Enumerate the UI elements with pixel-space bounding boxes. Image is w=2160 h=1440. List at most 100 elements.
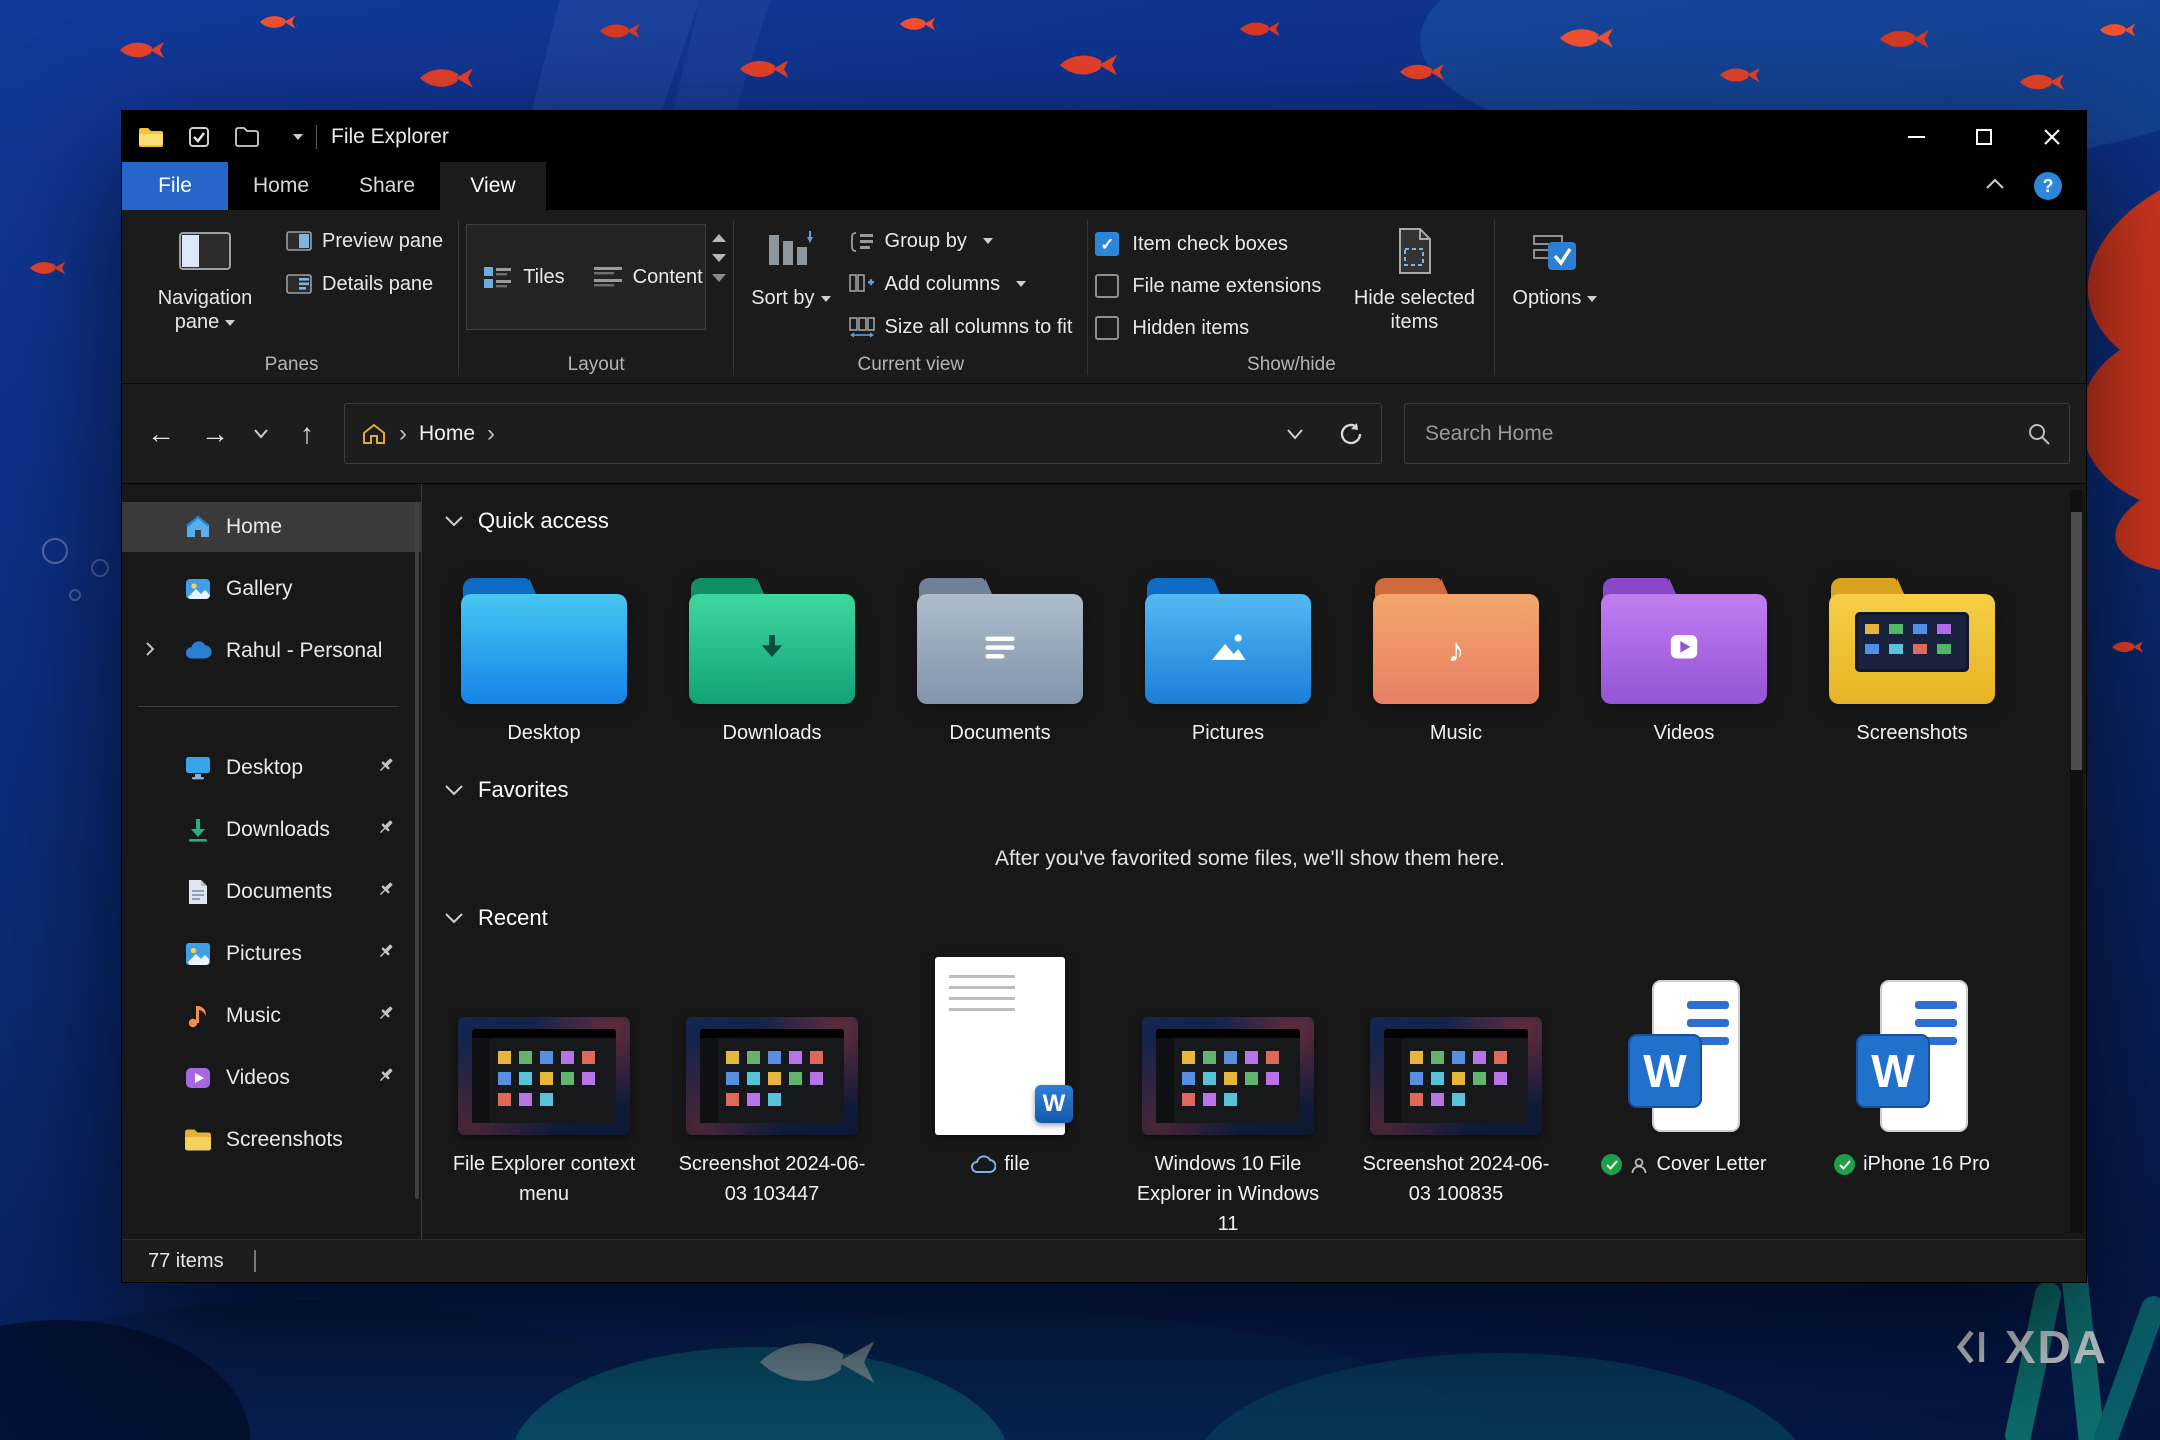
section-header-quick-access[interactable]: Quick access: [444, 506, 2056, 536]
tab-share[interactable]: Share: [334, 162, 440, 210]
checkbox-hidden-items[interactable]: ✓ Hidden items: [1095, 310, 1341, 346]
details-pane-button[interactable]: Details pane: [278, 265, 451, 303]
qat-new-folder-button[interactable]: [232, 120, 262, 154]
screenshot-thumbnail: [1370, 1017, 1542, 1135]
sidebar-item-downloads[interactable]: Downloads: [122, 805, 421, 855]
minimize-icon: [1907, 135, 1925, 138]
tab-view[interactable]: View: [440, 162, 546, 210]
hide-selected-items-button[interactable]: Hide selected items: [1341, 218, 1487, 338]
sidebar-item-music[interactable]: Music: [122, 991, 421, 1041]
sidebar-item-documents[interactable]: Documents: [122, 867, 421, 917]
download-arrow-icon: [761, 635, 783, 658]
checkbox-item-check-boxes[interactable]: ✓ Item check boxes: [1095, 226, 1341, 262]
sidebar-item-screenshots[interactable]: Screenshots: [122, 1115, 421, 1165]
sidebar-item-pictures[interactable]: Pictures: [122, 929, 421, 979]
folder-tile-downloads[interactable]: Downloads: [672, 578, 872, 745]
folder-icon: [461, 578, 627, 704]
breadcrumb-home-icon: [363, 423, 385, 444]
qat-dropdown-button[interactable]: [280, 120, 310, 154]
section-header-recent[interactable]: Recent: [444, 903, 2056, 933]
sidebar-scrollbar[interactable]: [415, 502, 419, 1199]
status-separator: [253, 1250, 256, 1272]
documents-icon: [184, 878, 212, 906]
layout-tiles-button[interactable]: Tiles: [483, 264, 565, 290]
ribbon-group-show-hide: ✓ Item check boxes ✓ File name extension…: [1095, 218, 1487, 379]
forward-button[interactable]: →: [192, 411, 238, 457]
sidebar-item-home[interactable]: Home: [122, 502, 421, 552]
folder-tile-music[interactable]: ♪ Music: [1356, 578, 1556, 745]
chevron-down-icon: [820, 295, 831, 302]
search-icon[interactable]: [2027, 422, 2051, 446]
help-button[interactable]: ?: [2034, 172, 2062, 200]
scrollbar-thumb[interactable]: [2071, 512, 2082, 770]
close-button[interactable]: [2018, 111, 2086, 162]
recent-item[interactable]: Windows 10 File Explorer in Windows 11: [1128, 949, 1328, 1239]
tab-home[interactable]: Home: [228, 162, 334, 210]
recent-locations-button[interactable]: [246, 411, 276, 457]
file-list-panel: Quick access Desktop Downloads Documents…: [422, 484, 2086, 1239]
breadcrumb-item-home[interactable]: Home: [419, 422, 475, 446]
expand-chevron-icon[interactable]: [144, 640, 156, 664]
folder-tile-screenshots[interactable]: Screenshots: [1812, 578, 2012, 745]
up-button[interactable]: ↑: [284, 411, 330, 457]
maximize-button[interactable]: [1950, 111, 2018, 162]
gallery-scroll-down-button[interactable]: [712, 254, 727, 262]
chevron-down-icon: [225, 319, 236, 326]
preview-pane-button[interactable]: Preview pane: [278, 222, 451, 260]
sidebar-item-videos[interactable]: Videos: [122, 1053, 421, 1103]
recent-item[interactable]: W iPhone 16 Pro: [1812, 949, 2012, 1179]
gallery-more-button[interactable]: [712, 274, 727, 282]
recent-item[interactable]: W file: [900, 949, 1100, 1179]
group-by-button[interactable]: Group by: [841, 222, 1081, 260]
layout-gallery: Tiles Content: [466, 224, 707, 330]
recent-item[interactable]: W Cover Letter: [1584, 949, 1784, 1184]
add-columns-button[interactable]: Add columns: [841, 265, 1081, 303]
layout-content-button[interactable]: Content: [593, 264, 703, 290]
recent-item[interactable]: File Explorer context menu: [444, 949, 644, 1209]
qat-properties-button[interactable]: [184, 120, 214, 154]
group-by-icon: [850, 232, 873, 252]
vertical-scrollbar[interactable]: [2070, 490, 2083, 1233]
sort-by-button[interactable]: Sort by: [741, 218, 840, 314]
breadcrumb-chevron: ›: [399, 419, 407, 447]
folder-tile-desktop[interactable]: Desktop: [444, 578, 644, 745]
checkbox-file-name-extensions[interactable]: ✓ File name extensions: [1095, 268, 1341, 304]
section-header-favorites[interactable]: Favorites: [444, 775, 2056, 805]
checkbox-icon: ✓: [1095, 274, 1120, 298]
play-icon: [1670, 635, 1698, 659]
search-input[interactable]: [1423, 420, 2027, 447]
tab-file[interactable]: File: [122, 162, 228, 210]
shared-person-icon: [1630, 1154, 1648, 1184]
recent-item[interactable]: Screenshot 2024-06-03 103447: [672, 949, 872, 1209]
sort-by-icon: [767, 222, 815, 280]
folder-tile-documents[interactable]: Documents: [900, 578, 1100, 745]
folder-icon: [689, 578, 855, 704]
sidebar-item-desktop[interactable]: Desktop: [122, 743, 421, 793]
ribbon-separator: [458, 220, 460, 375]
checkbox-icon: ✓: [1095, 232, 1120, 256]
size-all-columns-button[interactable]: Size all columns to fit: [841, 308, 1081, 346]
sidebar-item-gallery[interactable]: Gallery: [122, 564, 421, 614]
group-label-panes: Panes: [264, 354, 319, 375]
folder-icon: [1601, 578, 1767, 704]
recent-files: File Explorer context menu Screenshot 20…: [444, 949, 2056, 1239]
group-label-current-view: Current view: [857, 354, 965, 375]
minimize-button[interactable]: [1882, 111, 1950, 162]
address-dropdown-button[interactable]: [1273, 408, 1317, 460]
file-explorer-window: File Explorer File Home Share View ? Nav…: [121, 110, 2087, 1283]
folder-tile-videos[interactable]: Videos: [1584, 578, 1784, 745]
options-button[interactable]: Options: [1502, 218, 1607, 314]
navigation-pane-button[interactable]: Navigation pane: [132, 218, 278, 338]
sidebar-item-onedrive-personal[interactable]: Rahul - Personal: [122, 626, 421, 676]
folder-icon: ♪: [1373, 578, 1539, 704]
svg-text:W: W: [1871, 1045, 1915, 1097]
xda-watermark: XDA: [1955, 1320, 2108, 1374]
address-bar[interactable]: › Home ›: [344, 403, 1382, 464]
ribbon-collapse-button[interactable]: [1984, 177, 2006, 196]
gallery-scroll-up-button[interactable]: [712, 234, 727, 242]
synced-status-icon: [1834, 1154, 1856, 1175]
folder-tile-pictures[interactable]: Pictures: [1128, 578, 1328, 745]
recent-item[interactable]: Screenshot 2024-06-03 100835: [1356, 949, 1556, 1209]
back-button[interactable]: ←: [138, 411, 184, 457]
refresh-button[interactable]: [1329, 408, 1373, 460]
